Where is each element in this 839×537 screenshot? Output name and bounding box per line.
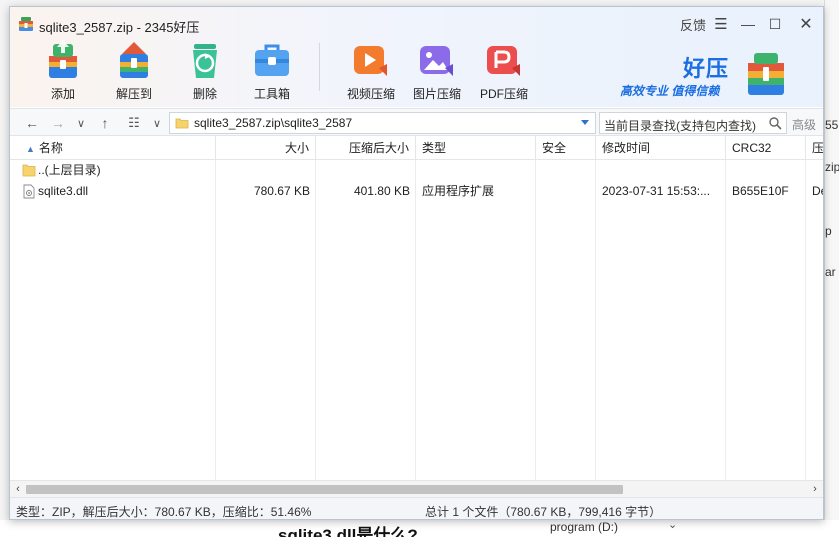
advanced-search-button[interactable]: 高级 — [792, 116, 816, 133]
folder-icon — [175, 118, 189, 129]
column-divider — [415, 160, 416, 480]
image-compress-icon — [420, 46, 453, 76]
file-modified: 2023-07-31 15:53:... — [602, 184, 711, 198]
menu-icon[interactable]: ☰ — [713, 14, 729, 34]
path-dropdown-icon[interactable] — [580, 117, 590, 127]
table-row-file[interactable]: sqlite3.dll 780.67 KB 401.80 KB 应用程序扩展 2… — [10, 181, 823, 202]
extract-to-label: 解压到 — [115, 87, 152, 101]
delete-label: 删除 — [192, 87, 217, 101]
background-bottom: sqlite3.dll是什么? program (D:) ⌄ — [0, 519, 839, 537]
horizontal-scrollbar[interactable]: ‹ › — [10, 480, 823, 497]
scroll-left-icon[interactable]: ‹ — [12, 483, 24, 495]
background-text: 55 — [825, 118, 839, 132]
status-total: 总计 1 个文件（780.67 KB，799,416 字节） — [425, 505, 662, 519]
column-divider — [315, 160, 316, 480]
extract-icon — [120, 42, 148, 78]
brand-name: 好压 — [683, 57, 730, 82]
search-icon[interactable] — [768, 116, 782, 130]
app-window: sqlite3_2587.zip - 2345好压 反馈 ☰ — ☐ ✕ 添加 — [9, 6, 824, 520]
background-text: zip — [825, 160, 839, 174]
file-name: ..(上层目录) — [38, 163, 101, 177]
navigation-bar: ← → ∨ ↑ ☷ ∨ sqlite3_2587.zip\sqlite3_258… — [10, 108, 823, 136]
pdf-compress-button[interactable]: PDF压缩 — [472, 38, 536, 102]
column-header-crc32[interactable]: CRC32 — [726, 136, 806, 160]
file-packed-size: 401.80 KB — [353, 184, 410, 198]
app-logo-icon — [19, 17, 33, 31]
dll-file-icon — [23, 184, 35, 199]
view-mode-chevron-icon[interactable]: ∨ — [149, 113, 165, 133]
column-divider — [595, 160, 596, 480]
recycle-bin-icon — [193, 44, 217, 78]
toolbar-divider — [319, 43, 320, 91]
sort-ascending-icon: ▲ — [26, 144, 35, 154]
toolbox-button[interactable]: 工具箱 — [240, 38, 304, 102]
view-mode-icon[interactable]: ☷ — [125, 113, 143, 133]
background-right-strip: 55 zip p ar — [824, 0, 839, 537]
column-header-type[interactable]: 类型 — [416, 136, 536, 160]
file-name: sqlite3.dll — [38, 184, 89, 198]
image-compress-button[interactable]: 图片压缩 — [405, 38, 469, 102]
file-extra: De — [812, 184, 823, 198]
column-divider — [215, 160, 216, 480]
brand-archive-icon — [748, 53, 784, 95]
file-list-header: ▲ 名称 大小 压缩后大小 类型 安全 修改时间 CRC32 压 — [10, 136, 823, 160]
column-header-size[interactable]: 大小 — [216, 136, 316, 160]
search-placeholder: 当前目录查找(支持包内查找) — [604, 119, 756, 133]
title-toolbar-area: sqlite3_2587.zip - 2345好压 反馈 ☰ — ☐ ✕ 添加 — [10, 7, 823, 107]
close-button[interactable]: ✕ — [796, 14, 816, 34]
column-header-modified[interactable]: 修改时间 — [596, 136, 726, 160]
status-archive-info: 类型：ZIP，解压后大小：780.67 KB，压缩比：51.46% — [16, 505, 312, 519]
up-arrow-icon[interactable]: ↑ — [95, 113, 115, 133]
path-text: sqlite3_2587.zip\sqlite3_2587 — [194, 116, 353, 130]
background-text: p — [825, 224, 832, 238]
column-divider — [725, 160, 726, 480]
toolbox-label: 工具箱 — [253, 87, 290, 101]
minimize-button[interactable]: — — [739, 14, 757, 34]
add-archive-icon — [49, 40, 77, 78]
file-size: 780.67 KB — [253, 184, 310, 198]
add-label: 添加 — [50, 87, 75, 101]
background-text: ar — [825, 265, 836, 279]
video-compress-button[interactable]: 视频压缩 — [339, 38, 403, 102]
column-divider — [535, 160, 536, 480]
search-field[interactable]: 当前目录查找(支持包内查找) — [599, 112, 787, 134]
table-row-parent-dir[interactable]: ..(上层目录) — [10, 160, 823, 181]
delete-button[interactable]: 删除 — [173, 38, 237, 102]
column-divider — [805, 160, 806, 480]
toolbox-icon — [255, 44, 289, 76]
brand-area: 好压 高效专业 值得信赖 — [618, 49, 798, 101]
back-arrow-icon[interactable]: ← — [22, 113, 42, 133]
folder-icon — [22, 164, 36, 177]
background-drive-label: program (D:) — [550, 520, 619, 534]
maximize-button[interactable]: ☐ — [766, 14, 784, 34]
forward-arrow-icon[interactable]: → — [48, 113, 68, 133]
column-header-extra[interactable]: 压 — [806, 136, 823, 160]
column-header-name[interactable]: ▲ 名称 — [10, 136, 216, 160]
video-compress-icon — [354, 46, 387, 76]
scrollbar-thumb[interactable] — [26, 485, 623, 494]
extract-to-button[interactable]: 解压到 — [102, 38, 166, 102]
column-header-security[interactable]: 安全 — [536, 136, 596, 160]
pdf-compress-label: PDF压缩 — [479, 87, 528, 101]
file-type: 应用程序扩展 — [422, 184, 495, 198]
feedback-button[interactable]: 反馈 — [678, 14, 708, 34]
scroll-right-icon[interactable]: › — [809, 483, 821, 495]
add-button[interactable]: 添加 — [31, 38, 95, 102]
history-chevron-icon[interactable]: ∨ — [73, 113, 89, 133]
pdf-compress-icon — [487, 46, 520, 76]
video-compress-label: 视频压缩 — [346, 87, 395, 101]
column-header-packed-size[interactable]: 压缩后大小 — [316, 136, 416, 160]
path-field[interactable]: sqlite3_2587.zip\sqlite3_2587 — [169, 112, 596, 134]
window-title: sqlite3_2587.zip - 2345好压 — [39, 20, 200, 35]
background-heading: sqlite3.dll是什么? — [278, 526, 418, 537]
status-bar: 类型：ZIP，解压后大小：780.67 KB，压缩比：51.46% 总计 1 个… — [10, 497, 823, 519]
image-compress-label: 图片压缩 — [412, 87, 461, 101]
brand-slogan: 高效专业 值得信赖 — [620, 84, 720, 98]
file-crc32: B655E10F — [732, 184, 789, 198]
